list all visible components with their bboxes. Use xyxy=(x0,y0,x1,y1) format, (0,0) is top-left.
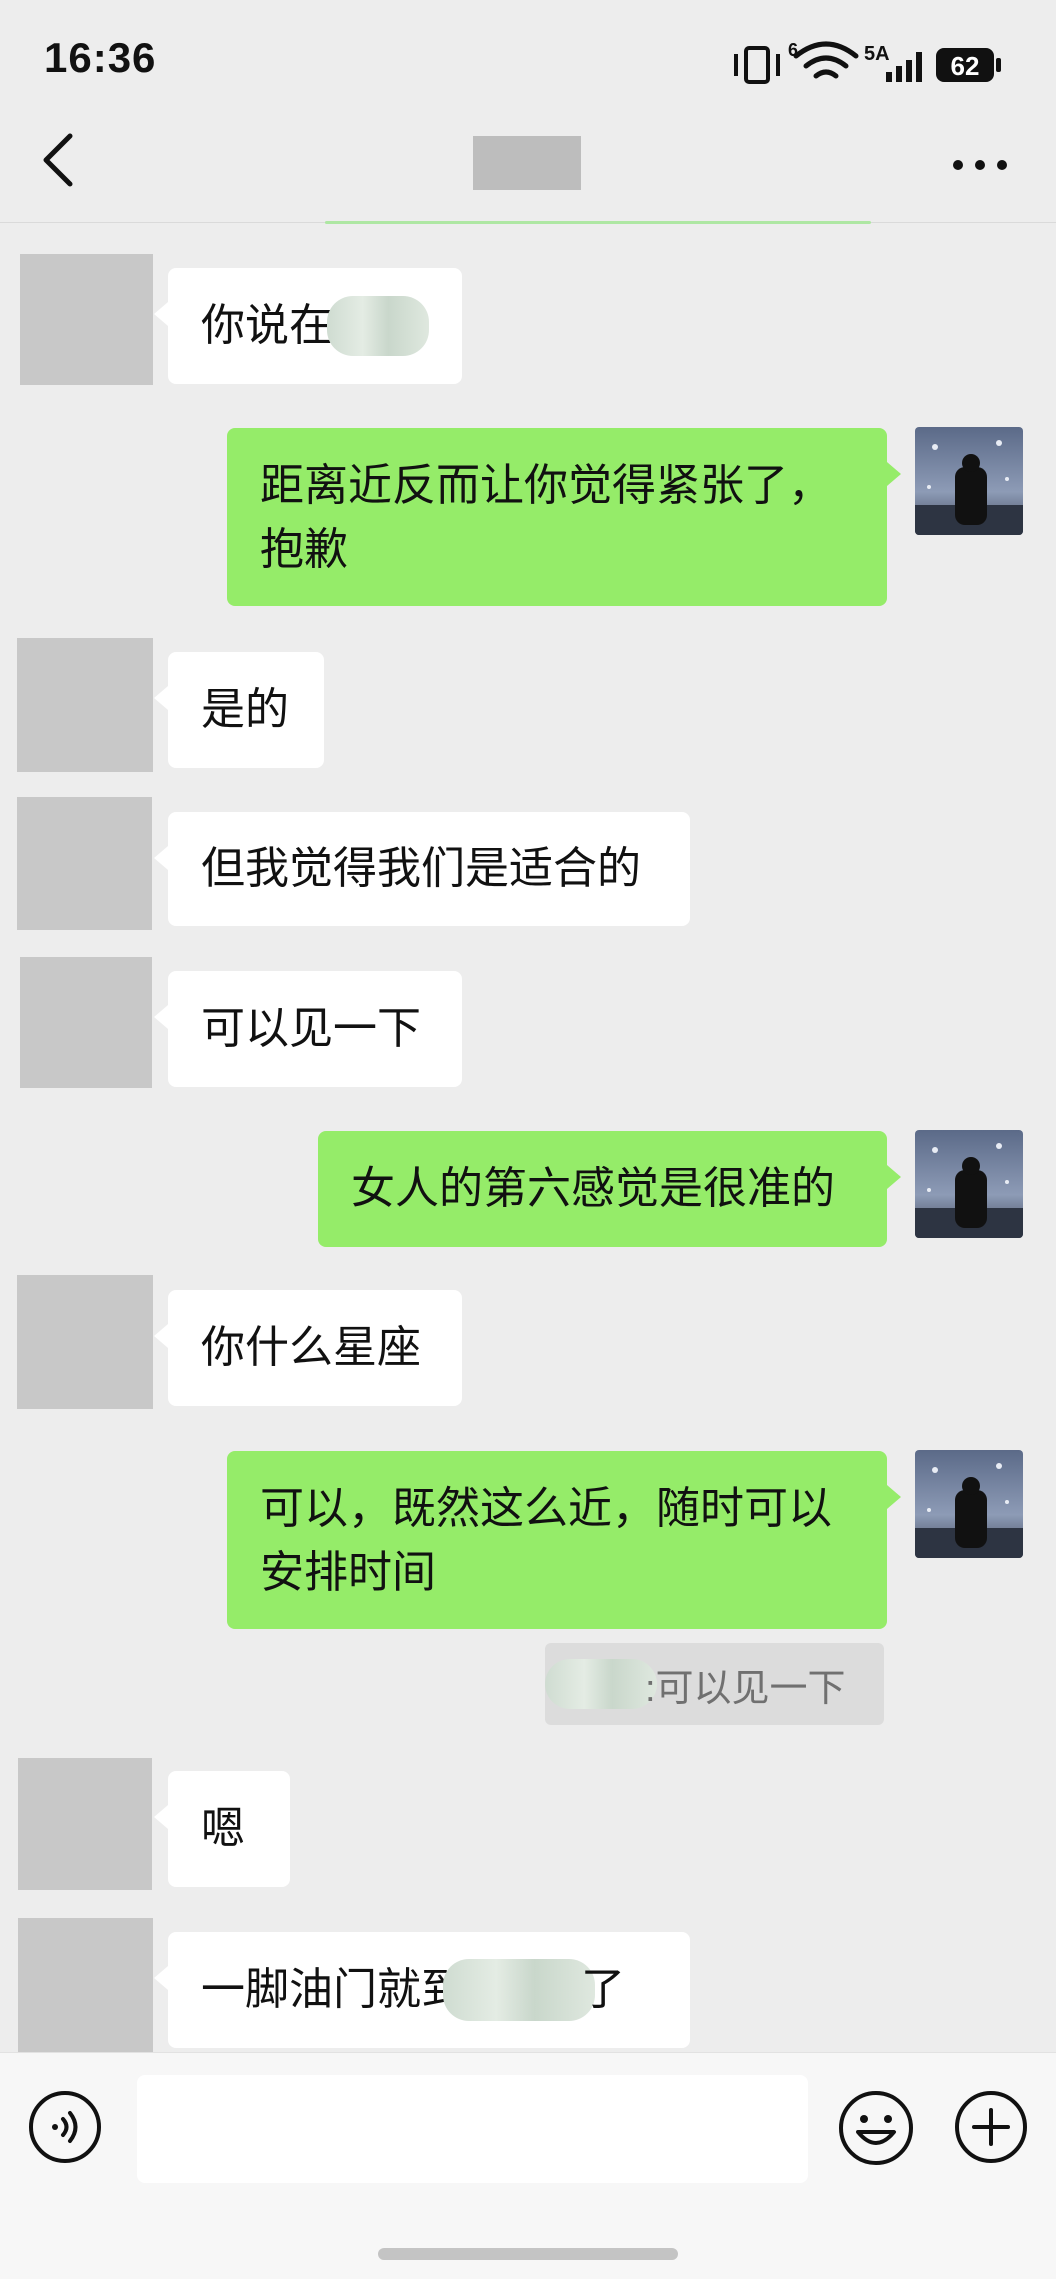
avatar-other[interactable] xyxy=(17,1275,153,1409)
avatar-self[interactable] xyxy=(915,1130,1023,1238)
message-text: 了 xyxy=(581,1965,625,2014)
avatar-other[interactable] xyxy=(18,1918,153,2052)
message-bubble[interactable]: 你说在 xyxy=(154,268,462,384)
emoji-icon xyxy=(839,2091,913,2165)
chevron-left-icon xyxy=(43,133,73,187)
message-bubble-self[interactable]: 女人的第六感觉是很准的 xyxy=(318,1131,901,1247)
message-text: 你说在 xyxy=(201,301,333,350)
avatar-other[interactable] xyxy=(20,254,153,385)
message-text-line: 抱歉 xyxy=(260,525,348,574)
wifi-icon xyxy=(793,41,859,79)
avatar-other[interactable] xyxy=(20,957,152,1088)
back-button[interactable] xyxy=(34,130,84,190)
avatar-self[interactable] xyxy=(915,427,1023,535)
message-text: 嗯 xyxy=(201,1804,245,1853)
battery-icon: 62 xyxy=(936,48,1001,82)
message-bubble[interactable]: 你什么星座 xyxy=(154,1290,462,1406)
vibrate-icon xyxy=(734,46,780,84)
message-text-line: 距离近反而让你觉得紧张了， xyxy=(260,461,832,510)
message-text-line: 可以，既然这么近，随时可以 xyxy=(260,1484,832,1533)
message-text: 你什么星座 xyxy=(201,1323,421,1372)
message-text: 但我觉得我们是适合的 xyxy=(201,844,641,893)
redacted-name xyxy=(545,1659,657,1709)
avatar-other[interactable] xyxy=(17,638,153,772)
home-indicator[interactable] xyxy=(378,2248,678,2260)
message-input[interactable] xyxy=(137,2075,808,2183)
message-text: 女人的第六感觉是很准的 xyxy=(351,1164,835,1213)
network-6-label: 6 xyxy=(788,40,798,60)
message-text-line: 安排时间 xyxy=(260,1548,436,1597)
message-bubble-self[interactable]: 距离近反而让你觉得紧张了， 抱歉 xyxy=(227,428,901,606)
message-bubble-self[interactable]: 可以，既然这么近，随时可以 安排时间 xyxy=(227,1451,901,1629)
avatar-other[interactable] xyxy=(17,797,152,930)
redacted-text xyxy=(443,1959,595,2021)
load-indicator xyxy=(325,221,871,224)
plus-icon xyxy=(955,2091,1027,2163)
message-text: 可以见一下 xyxy=(201,1004,421,1053)
message-text: 是的 xyxy=(201,685,289,734)
quoted-text: :可以见一下 xyxy=(645,1667,846,1710)
chat-title-redacted xyxy=(473,136,581,190)
message-bubble[interactable]: 嗯 xyxy=(154,1771,290,1887)
voice-icon xyxy=(29,2091,101,2163)
message-text: 一脚油门就到 xyxy=(201,1965,465,2014)
plus-button[interactable] xyxy=(954,2090,1028,2164)
avatar-self[interactable] xyxy=(915,1450,1023,1558)
battery-level: 62 xyxy=(951,51,980,81)
more-button[interactable] xyxy=(950,150,1010,180)
redacted-text xyxy=(327,296,429,356)
quoted-message[interactable]: :可以见一下 xyxy=(545,1643,884,1725)
voice-button[interactable] xyxy=(28,2090,102,2164)
message-bubble[interactable]: 但我觉得我们是适合的 xyxy=(154,812,690,926)
message-bubble[interactable]: 可以见一下 xyxy=(154,971,462,1087)
emoji-button[interactable] xyxy=(838,2090,914,2166)
network-5a-label: 5A xyxy=(864,43,890,65)
status-time: 16:36 xyxy=(44,34,157,81)
signal-icon xyxy=(886,52,922,82)
status-icons: 6 5A 62 xyxy=(734,40,1001,84)
avatar-other[interactable] xyxy=(18,1758,152,1890)
message-bubble[interactable]: 一脚油门就到 了 xyxy=(154,1932,690,2048)
message-bubble[interactable]: 是的 xyxy=(154,652,324,768)
more-dots-icon xyxy=(953,160,1007,170)
